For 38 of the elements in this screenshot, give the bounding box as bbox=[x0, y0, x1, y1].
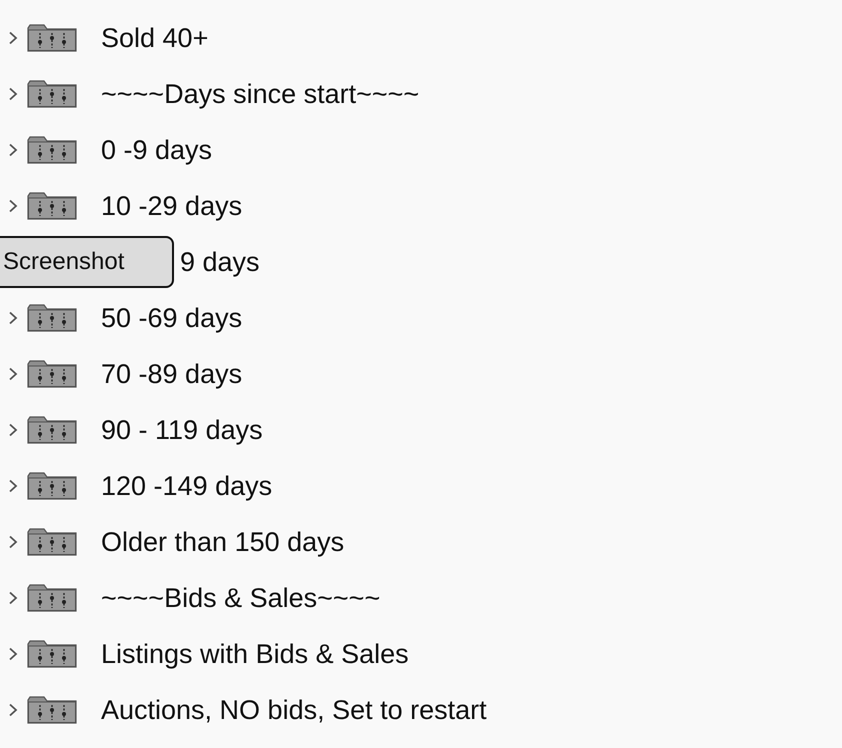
folder-icon bbox=[27, 696, 77, 724]
chevron-icon[interactable] bbox=[8, 647, 18, 661]
chevron-icon[interactable] bbox=[8, 31, 18, 45]
chevron-icon[interactable] bbox=[8, 199, 18, 213]
chevron-icon[interactable] bbox=[8, 535, 18, 549]
chevron-icon[interactable] bbox=[8, 311, 18, 325]
folder-name: 90 - 119 days bbox=[101, 414, 263, 446]
folder-icon bbox=[27, 640, 77, 668]
folder-icon bbox=[27, 584, 77, 612]
folder-icon bbox=[27, 24, 77, 52]
folder-icon bbox=[27, 136, 77, 164]
folder-icon bbox=[27, 528, 77, 556]
folder-name: 10 -29 days bbox=[101, 190, 242, 222]
chevron-icon[interactable] bbox=[8, 479, 18, 493]
folder-name: 50 -69 days bbox=[101, 302, 242, 334]
folder-icon bbox=[27, 80, 77, 108]
folder-icon bbox=[27, 360, 77, 388]
folder-icon bbox=[27, 472, 77, 500]
folder-name: ~~~~Days since start~~~~ bbox=[101, 78, 420, 110]
tooltip: Screenshot bbox=[0, 236, 174, 288]
chevron-icon[interactable] bbox=[8, 367, 18, 381]
folder-name: 9 days bbox=[180, 246, 260, 278]
folder-name: 70 -89 days bbox=[101, 358, 242, 390]
folder-name: ~~~~Bids & Sales~~~~ bbox=[101, 582, 380, 614]
folder-icon bbox=[27, 192, 77, 220]
chevron-icon[interactable] bbox=[8, 423, 18, 437]
folder-name: Listings with Bids & Sales bbox=[101, 638, 409, 670]
chevron-icon[interactable] bbox=[8, 703, 18, 717]
folder-name: 120 -149 days bbox=[101, 470, 272, 502]
chevron-icon[interactable] bbox=[8, 591, 18, 605]
chevron-icon[interactable] bbox=[8, 143, 18, 157]
folder-icon bbox=[27, 416, 77, 444]
folder-icon bbox=[27, 304, 77, 332]
chevron-icon[interactable] bbox=[8, 87, 18, 101]
folder-name: Older than 150 days bbox=[101, 526, 344, 558]
folder-name: Sold 40+ bbox=[101, 22, 208, 54]
folder-name: Auctions, NO bids, Set to restart bbox=[101, 694, 487, 726]
folder-name: 0 -9 days bbox=[101, 134, 212, 166]
